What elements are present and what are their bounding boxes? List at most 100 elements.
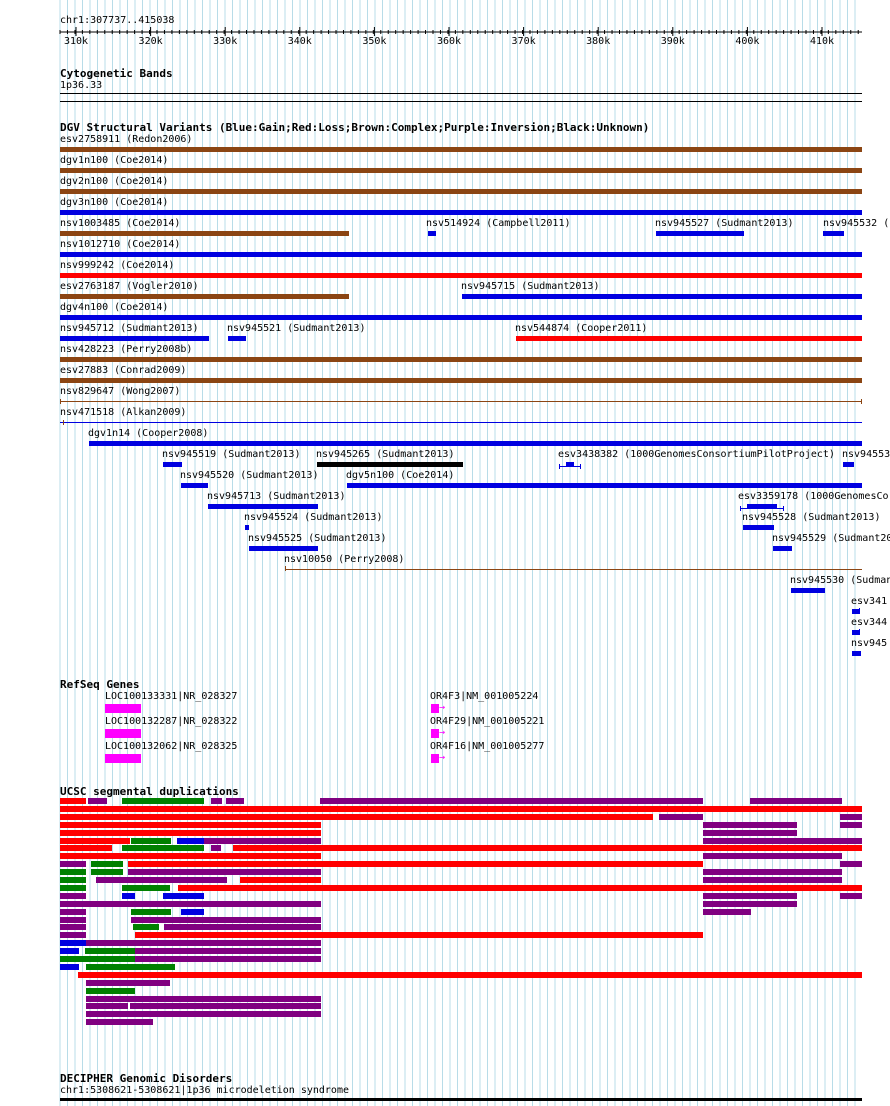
dgv-variant-bar[interactable] bbox=[181, 483, 208, 488]
segdup-bar[interactable] bbox=[60, 893, 86, 899]
dgv-end-tick[interactable] bbox=[859, 629, 860, 634]
dgv-variant-label[interactable]: nsv10050 (Perry2008) bbox=[284, 554, 404, 565]
dgv-variant-label[interactable]: nsv945527 (Sudmant2013) bbox=[655, 218, 793, 229]
dgv-end-tick[interactable] bbox=[285, 566, 286, 571]
dgv-connector[interactable] bbox=[740, 508, 784, 509]
segdup-bar[interactable] bbox=[226, 798, 244, 804]
segdup-bar[interactable] bbox=[86, 988, 135, 994]
refseq-gene-label[interactable]: OR4F29|NM_001005221 bbox=[430, 716, 544, 727]
dgv-variant-bar[interactable] bbox=[60, 252, 862, 257]
dgv-variant-label[interactable]: nsv945520 (Sudmant2013) bbox=[180, 470, 318, 481]
dgv-variant-bar[interactable] bbox=[60, 210, 862, 215]
segdup-bar[interactable] bbox=[128, 869, 321, 875]
segdup-bar[interactable] bbox=[164, 924, 321, 930]
dgv-variant-bar[interactable] bbox=[516, 336, 862, 341]
segdup-bar[interactable] bbox=[240, 877, 321, 883]
dgv-variant-label[interactable]: dgv4n100 (Coe2014) bbox=[60, 302, 168, 313]
segdup-bar[interactable] bbox=[181, 909, 204, 915]
dgv-end-tick[interactable] bbox=[63, 420, 64, 425]
dgv-variant-bar[interactable] bbox=[823, 231, 844, 236]
segdup-bar[interactable] bbox=[60, 901, 86, 907]
segdup-bar[interactable] bbox=[177, 838, 204, 844]
segdup-bar[interactable] bbox=[703, 901, 797, 907]
dgv-variant-bar[interactable] bbox=[249, 546, 318, 551]
dgv-variant-label[interactable]: esv2758911 (Redon2006) bbox=[60, 134, 192, 145]
segdup-bar[interactable] bbox=[122, 885, 170, 891]
segdup-bar[interactable] bbox=[86, 1003, 128, 1009]
dgv-variant-label[interactable]: esv3438382 (1000GenomesConsortiumPilotPr… bbox=[558, 449, 835, 460]
segdup-bar[interactable] bbox=[86, 980, 170, 986]
dgv-variant-label[interactable]: esv2763187 (Vogler2010) bbox=[60, 281, 198, 292]
segdup-bar[interactable] bbox=[703, 853, 842, 859]
dgv-variant-bar[interactable] bbox=[773, 546, 792, 551]
refseq-gene-label[interactable]: LOC100132062|NR_028325 bbox=[105, 741, 237, 752]
dgv-variant-label[interactable]: nsv945530 (Sudman bbox=[790, 575, 890, 586]
segdup-bar[interactable] bbox=[60, 830, 321, 836]
segdup-bar[interactable] bbox=[60, 924, 86, 930]
dgv-connector[interactable] bbox=[559, 466, 581, 467]
track-title-dgv[interactable]: DGV Structural Variants (Blue:Gain;Red:L… bbox=[60, 121, 649, 134]
dgv-variant-label[interactable]: nsv945521 (Sudmant2013) bbox=[227, 323, 365, 334]
dgv-variant-label[interactable]: nsv1012710 (Coe2014) bbox=[60, 239, 180, 250]
segdup-bar[interactable] bbox=[163, 893, 204, 899]
dgv-variant-label[interactable]: nsv94553 bbox=[842, 449, 890, 460]
segdup-bar[interactable] bbox=[122, 798, 204, 804]
dgv-end-tick[interactable] bbox=[60, 399, 61, 404]
dgv-variant-label[interactable]: nsv544874 (Cooper2011) bbox=[515, 323, 647, 334]
segdup-bar[interactable] bbox=[211, 798, 222, 804]
dgv-variant-bar[interactable] bbox=[347, 483, 862, 488]
segdup-bar[interactable] bbox=[178, 885, 862, 891]
dgv-variant-label[interactable]: nsv945715 (Sudmant2013) bbox=[461, 281, 599, 292]
segdup-bar[interactable] bbox=[135, 932, 703, 938]
dgv-variant-bar[interactable] bbox=[60, 401, 862, 402]
refseq-gene-bar[interactable] bbox=[431, 704, 439, 713]
dgv-variant-bar[interactable] bbox=[60, 294, 349, 299]
segdup-bar[interactable] bbox=[60, 853, 321, 859]
refseq-gene-bar[interactable] bbox=[105, 754, 141, 763]
segdup-bar[interactable] bbox=[703, 909, 751, 915]
segdup-bar[interactable] bbox=[86, 996, 123, 1002]
dgv-variant-label[interactable]: nsv945525 (Sudmant2013) bbox=[248, 533, 386, 544]
segdup-bar[interactable] bbox=[703, 830, 797, 836]
dgv-variant-bar[interactable] bbox=[60, 315, 862, 320]
segdup-bar[interactable] bbox=[96, 877, 227, 883]
segdup-bar[interactable] bbox=[60, 932, 86, 938]
dgv-variant-label[interactable]: nsv999242 (Coe2014) bbox=[60, 260, 174, 271]
dgv-variant-bar[interactable] bbox=[60, 147, 862, 152]
refseq-gene-label[interactable]: OR4F3|NM_001005224 bbox=[430, 691, 538, 702]
segdup-bar[interactable] bbox=[703, 893, 797, 899]
segdup-bar[interactable] bbox=[122, 893, 135, 899]
dgv-variant-label[interactable]: nsv1003485 (Coe2014) bbox=[60, 218, 180, 229]
dgv-variant-bar[interactable] bbox=[743, 525, 774, 530]
segdup-bar[interactable] bbox=[86, 964, 175, 970]
dgv-variant-bar[interactable] bbox=[60, 273, 862, 278]
dgv-variant-bar[interactable] bbox=[791, 588, 825, 593]
dgv-variant-bar[interactable] bbox=[60, 422, 862, 423]
segdup-bar[interactable] bbox=[842, 838, 862, 844]
segdup-bar[interactable] bbox=[60, 861, 86, 867]
dgv-variant-label[interactable]: nsv945712 (Sudmant2013) bbox=[60, 323, 198, 334]
dgv-variant-label[interactable]: nsv945524 (Sudmant2013) bbox=[244, 512, 382, 523]
segdup-bar[interactable] bbox=[133, 924, 159, 930]
cytoband-label[interactable]: 1p36.33 bbox=[60, 80, 102, 91]
dgv-variant-bar[interactable] bbox=[317, 462, 463, 467]
segdup-bar[interactable] bbox=[131, 909, 171, 915]
dgv-variant-bar[interactable] bbox=[462, 294, 862, 299]
segdup-bar[interactable] bbox=[131, 838, 171, 844]
segdup-bar[interactable] bbox=[840, 893, 862, 899]
dgv-variant-label[interactable]: nsv945265 (Sudmant2013) bbox=[316, 449, 454, 460]
refseq-gene-label[interactable]: LOC100133331|NR_028327 bbox=[105, 691, 237, 702]
dgv-variant-label[interactable]: nsv471518 (Alkan2009) bbox=[60, 407, 186, 418]
track-title-decipher[interactable]: DECIPHER Genomic Disorders bbox=[60, 1072, 232, 1085]
dgv-variant-bar[interactable] bbox=[656, 231, 744, 236]
refseq-gene-bar[interactable] bbox=[431, 754, 439, 763]
segdup-bar[interactable] bbox=[60, 964, 79, 970]
dgv-variant-label[interactable]: nsv945519 (Sudmant2013) bbox=[162, 449, 300, 460]
segdup-bar[interactable] bbox=[60, 806, 862, 812]
segdup-bar[interactable] bbox=[135, 948, 321, 954]
segdup-bar[interactable] bbox=[60, 885, 86, 891]
dgv-variant-label[interactable]: nsv945529 (Sudmant20 bbox=[772, 533, 890, 544]
track-title-segdups[interactable]: UCSC segmental duplications bbox=[60, 785, 239, 798]
dgv-variant-label[interactable]: dgv1n14 (Cooper2008) bbox=[88, 428, 208, 439]
dgv-variant-label[interactable]: esv341 bbox=[851, 596, 887, 607]
